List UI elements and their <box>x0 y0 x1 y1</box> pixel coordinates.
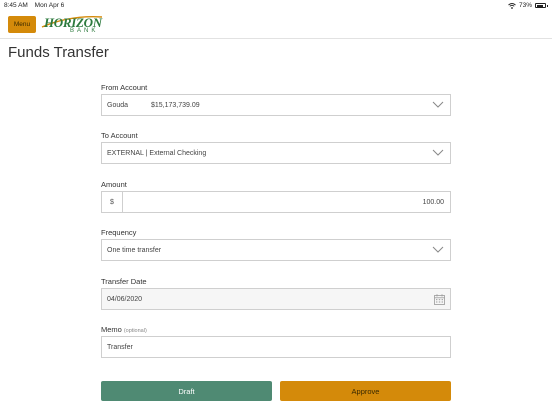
frequency-select[interactable]: One time transfer <box>101 239 451 261</box>
app-header: Menu HORIZON BANK <box>0 11 552 39</box>
chevron-down-icon <box>432 149 444 156</box>
from-account-label: From Account <box>101 83 148 92</box>
frequency-label: Frequency <box>101 228 137 237</box>
memo-label: Memo (optional) <box>101 325 147 334</box>
from-account-balance: $15,173,739.09 <box>151 102 200 109</box>
to-account-label: To Account <box>101 131 138 140</box>
frequency-value: One time transfer <box>107 247 162 254</box>
status-time: 8:45 AM <box>4 2 28 9</box>
menu-button[interactable]: Menu <box>8 16 36 33</box>
currency-symbol: $ <box>102 192 123 212</box>
memo-optional-hint: (optional) <box>123 328 147 334</box>
status-bar: 8:45 AM Mon Apr 6 73% <box>0 0 552 11</box>
chevron-down-icon <box>432 246 444 253</box>
approve-button[interactable]: Approve <box>280 381 451 401</box>
from-account-select[interactable]: Gouda $15,173,739.09 <box>101 94 451 116</box>
status-date: Mon Apr 6 <box>34 2 65 9</box>
from-account-name: Gouda <box>107 102 129 109</box>
status-bar-right: 73% <box>508 2 548 9</box>
amount-field[interactable]: $ 100.00 <box>101 191 451 213</box>
wifi-icon <box>508 2 516 9</box>
to-account-value: EXTERNAL | External Checking <box>107 150 207 157</box>
amount-label: Amount <box>101 180 127 189</box>
status-bar-left: 8:45 AM Mon Apr 6 <box>4 2 64 9</box>
memo-value: Transfer <box>107 344 133 351</box>
amount-value: 100.00 <box>422 199 444 206</box>
draft-button[interactable]: Draft <box>101 381 272 401</box>
battery-icon <box>535 3 548 8</box>
transfer-date-label: Transfer Date <box>101 277 147 286</box>
chevron-down-icon <box>432 101 444 108</box>
battery-percent: 73% <box>518 2 532 9</box>
bank-logo: HORIZON BANK <box>40 13 104 39</box>
to-account-select[interactable]: EXTERNAL | External Checking <box>101 142 451 164</box>
memo-label-text: Memo <box>101 325 122 334</box>
transfer-date-value: 04/06/2020 <box>107 296 143 303</box>
memo-input[interactable]: Transfer <box>101 336 451 358</box>
logo-text-bottom: BANK <box>70 28 99 34</box>
calendar-icon[interactable] <box>434 294 445 305</box>
transfer-date-field[interactable]: 04/06/2020 <box>101 288 451 310</box>
page-title: Funds Transfer <box>8 44 109 61</box>
